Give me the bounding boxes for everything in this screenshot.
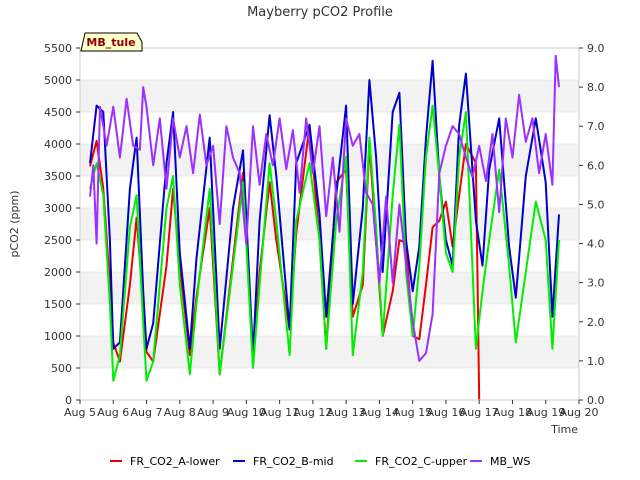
y2-tick-label: 1.0 <box>587 355 605 368</box>
y2-tick-label: 8.0 <box>587 81 605 94</box>
y-tick-label: 3500 <box>44 170 72 183</box>
y-tick-label: 5000 <box>44 74 72 87</box>
y-tick-label: 4500 <box>44 106 72 119</box>
y-tick-label: 1000 <box>44 330 72 343</box>
y2-tick-label: 4.0 <box>587 238 605 251</box>
x-tick-label: Aug 5 <box>64 406 96 419</box>
x-tick-label: Aug 7 <box>131 406 163 419</box>
legend-entry: FR_CO2_C-upper <box>375 455 468 468</box>
station-label: MB_tule <box>86 36 135 49</box>
x-axis-label: Time <box>550 423 578 436</box>
y-tick-label: 2500 <box>44 234 72 247</box>
y-axis-right: 0.0 1.0 2.0 3.0 4.0 5.0 6.0 7.0 8.0 9.0 <box>579 42 605 407</box>
y2-tick-label: 3.0 <box>587 277 605 290</box>
y2-tick-label: 2.0 <box>587 316 605 329</box>
y-tick-label: 4000 <box>44 138 72 151</box>
pco2-chart: Aug 5 Aug 6 Aug 7 Aug 8 Aug 9Aug 10Aug 11Aug… <box>8 5 605 468</box>
y2-tick-label: 6.0 <box>587 159 605 172</box>
y-tick-label: 5500 <box>44 42 72 55</box>
y-axis-left: 0 500 1000 1500 2000 2500 3000 3500 4000 4500 5000… <box>44 42 80 407</box>
grid-band <box>80 80 579 112</box>
legend: FR_CO2_A-lower FR_CO2_B-mid FR_CO2_C-upper… <box>110 455 530 468</box>
x-tick-label: Aug 6 <box>97 406 129 419</box>
station-badge: MB_tule <box>80 32 143 52</box>
legend-entry: MB_WS <box>490 455 530 468</box>
y-tick-label: 2000 <box>44 266 72 279</box>
y-tick-label: 1500 <box>44 298 72 311</box>
y2-tick-label: 0.0 <box>587 394 605 407</box>
legend-entry: FR_CO2_A-lower <box>130 455 220 468</box>
chart-title: Mayberry pCO2 Profile <box>247 5 393 20</box>
y-axis-label: pCO2 (ppm) <box>8 190 21 257</box>
y2-tick-label: 7.0 <box>587 120 605 133</box>
y2-tick-label: 5.0 <box>587 198 605 211</box>
y-tick-label: 3000 <box>44 202 72 215</box>
x-axis: Aug 5 Aug 6 Aug 7 Aug 8 Aug 9Aug 10Aug 11Aug… <box>64 400 598 419</box>
x-tick-label: Aug 8 <box>164 406 196 419</box>
x-tick-label: Aug 9 <box>197 406 229 419</box>
y2-tick-label: 9.0 <box>587 42 605 55</box>
y-tick-label: 0 <box>65 394 72 407</box>
legend-entry: FR_CO2_B-mid <box>253 455 334 468</box>
x-tick-label: Aug 20 <box>560 406 599 419</box>
y-tick-label: 500 <box>51 362 72 375</box>
